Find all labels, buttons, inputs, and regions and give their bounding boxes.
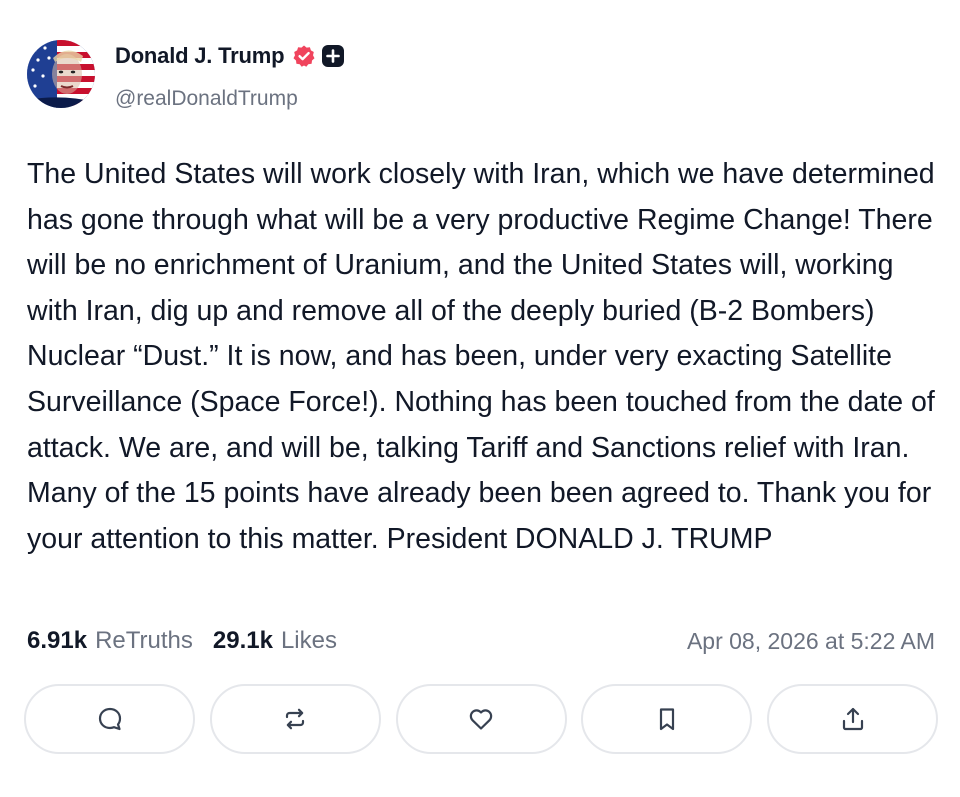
plus-badge-icon — [322, 45, 345, 67]
author-handle[interactable]: @realDonaldTrump — [115, 87, 344, 111]
post-timestamp[interactable]: Apr 08, 2026 at 5:22 AM — [687, 628, 935, 655]
post-stats: 6.91k ReTruths 29.1k Likes Apr 08, 2026 … — [27, 624, 935, 658]
heart-icon — [469, 709, 493, 730]
repost-icon — [286, 708, 305, 730]
retruths-count: 6.91k — [27, 627, 88, 654]
post-card: Donald J. Trump @realDonaldTrump The Uni… — [0, 0, 960, 797]
action-bar — [24, 684, 938, 754]
author-name-row: Donald J. Trump — [115, 42, 345, 70]
avatar[interactable] — [27, 40, 95, 108]
reply-button[interactable] — [24, 684, 195, 754]
verified-badge-icon — [292, 44, 316, 68]
author-display-name[interactable]: Donald J. Trump — [115, 43, 285, 69]
flag-portrait-avatar-icon — [27, 40, 95, 108]
share-icon — [842, 707, 863, 731]
retruths-stat[interactable]: 6.91k ReTruths — [27, 627, 193, 655]
author-info: Donald J. Trump @realDonaldTrump — [115, 42, 345, 111]
post-header: Donald J. Trump @realDonaldTrump — [27, 40, 345, 111]
retruth-button[interactable] — [209, 684, 381, 754]
comment-icon — [98, 707, 121, 731]
bookmark-icon — [659, 708, 674, 731]
likes-stat[interactable]: 29.1k Likes — [213, 627, 337, 655]
post-body-text: The United States will work closely with… — [27, 158, 935, 555]
bookmark-button[interactable] — [581, 684, 753, 754]
share-button[interactable] — [767, 684, 938, 754]
like-button[interactable] — [395, 684, 567, 754]
retruths-label: ReTruths — [95, 627, 193, 654]
likes-count: 29.1k — [212, 627, 273, 654]
likes-label: Likes — [280, 627, 337, 654]
